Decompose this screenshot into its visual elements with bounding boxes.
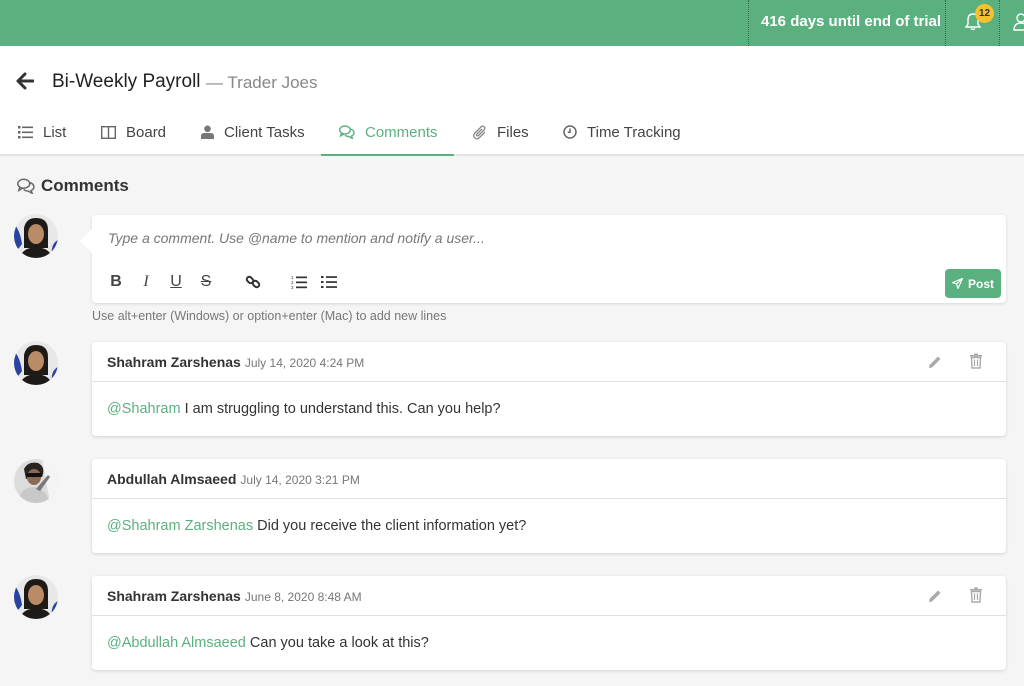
comment-text: Can you take a look at this? <box>245 635 429 651</box>
comment-card: Shahram Zarshenas June 8, 2020 8:48 AM @A… <box>92 576 1006 670</box>
comment-body: @Shahram Zarshenas Did you receive the c… <box>107 518 526 534</box>
trash-icon[interactable] <box>969 587 983 603</box>
mention-link[interactable]: @Abdullah Almsaeed <box>107 635 246 651</box>
trial-status[interactable]: 416 days until end of trial <box>761 13 941 30</box>
board-icon <box>101 125 116 139</box>
comments-icon <box>339 125 355 139</box>
comment-body: @Shahram I am struggling to understand t… <box>107 401 501 417</box>
pencil-icon[interactable] <box>927 588 943 604</box>
mention-link[interactable]: @Shahram Zarshenas <box>107 518 253 534</box>
post-label: Post <box>967 276 994 291</box>
back-arrow-icon[interactable] <box>16 72 34 90</box>
active-tab-indicator <box>321 154 454 156</box>
tab-comments[interactable]: Comments <box>339 108 438 156</box>
svg-text:3: 3 <box>291 285 294 290</box>
ordered-list-button[interactable]: 1 2 3 <box>288 271 310 293</box>
comment-meta: Shahram Zarshenas June 8, 2020 8:48 AM <box>107 588 362 604</box>
page-subtitle: — Trader Joes <box>206 73 318 92</box>
paperclip-icon <box>473 125 486 139</box>
trash-icon[interactable] <box>969 353 983 369</box>
strikethrough-button[interactable]: S <box>195 271 217 293</box>
bullet-list-icon <box>321 276 337 288</box>
mention-link[interactable]: @Shahram <box>107 401 181 417</box>
comment-author[interactable]: Shahram Zarshenas <box>107 354 241 370</box>
avatar-image <box>14 459 58 503</box>
tab-label: Comments <box>365 123 438 141</box>
user-menu-icon[interactable] <box>1013 12 1024 32</box>
section-title: Comments <box>17 176 129 196</box>
comments-icon <box>17 178 35 194</box>
tab-label: List <box>43 123 67 141</box>
tab-files[interactable]: Files <box>473 108 529 156</box>
comment-composer: B I U S 1 2 3 Post <box>80 215 1006 303</box>
tab-label: Client Tasks <box>224 123 305 141</box>
tab-board[interactable]: Board <box>101 108 166 156</box>
underline-button[interactable]: U <box>165 271 187 293</box>
top-bar: 416 days until end of trial 12 <box>0 0 1024 46</box>
user-icon <box>201 125 214 139</box>
tab-label: Time Tracking <box>587 123 681 141</box>
comment-header: Abdullah Almsaeed July 14, 2020 3:21 PM <box>92 459 1006 499</box>
clock-icon <box>563 125 577 139</box>
divider <box>945 0 946 46</box>
tab-label: Board <box>126 123 167 141</box>
notification-badge: 12 <box>975 4 994 23</box>
section-title-text: Comments <box>41 176 129 195</box>
composer-pointer <box>80 229 92 253</box>
comment-body: @Abdullah Almsaeed Can you take a look a… <box>107 635 429 651</box>
comment-text: Did you receive the client information y… <box>253 518 527 534</box>
comment-meta: Abdullah Almsaeed July 14, 2020 3:21 PM <box>107 471 360 487</box>
comment-timestamp: July 14, 2020 3:21 PM <box>240 473 360 487</box>
avatar <box>14 214 58 258</box>
tab-list[interactable]: List <box>18 108 66 156</box>
tab-time-tracking[interactable]: Time Tracking <box>563 108 681 156</box>
divider <box>748 0 749 46</box>
page-header: Bi-Weekly Payroll — Trader Joes List Boa… <box>0 46 1024 156</box>
avatar <box>14 341 58 385</box>
comment-header: Shahram Zarshenas June 8, 2020 8:48 AM <box>92 576 1006 616</box>
post-button[interactable]: Post <box>945 269 1001 298</box>
comment-author[interactable]: Shahram Zarshenas <box>107 588 241 604</box>
avatar <box>14 459 58 503</box>
avatar-image <box>14 341 58 385</box>
pencil-icon[interactable] <box>927 354 943 370</box>
comment-header: Shahram Zarshenas July 14, 2020 4:24 PM <box>92 342 1006 382</box>
comment-card: Abdullah Almsaeed July 14, 2020 3:21 PM @… <box>92 459 1006 553</box>
link-button[interactable] <box>242 271 264 293</box>
comment-timestamp: July 14, 2020 4:24 PM <box>244 356 365 370</box>
comment-text: I am struggling to understand this. Can … <box>180 401 501 417</box>
tab-label: Files <box>497 123 529 141</box>
comment-card: Shahram Zarshenas July 14, 2020 4:24 PM @… <box>92 342 1006 436</box>
comment-meta: Shahram Zarshenas July 14, 2020 4:24 PM <box>107 354 364 370</box>
divider <box>999 0 1000 46</box>
avatar-image <box>14 575 58 619</box>
avatar-image <box>14 214 58 258</box>
avatar <box>14 575 58 619</box>
bullet-list-button[interactable] <box>318 271 340 293</box>
page-title: Bi-Weekly Payroll <box>52 71 201 92</box>
tab-bar: List Board Client Tasks Comments Files T… <box>0 108 1024 156</box>
ordered-list-icon: 1 2 3 <box>291 275 307 290</box>
paper-plane-icon <box>951 278 963 289</box>
composer-hint: Use alt+enter (Windows) or option+enter … <box>92 309 447 323</box>
tab-client-tasks[interactable]: Client Tasks <box>201 108 305 156</box>
bold-button[interactable]: B <box>105 271 127 293</box>
link-icon <box>245 275 261 289</box>
list-icon <box>18 125 33 138</box>
italic-button[interactable]: I <box>135 271 157 293</box>
comment-timestamp: June 8, 2020 8:48 AM <box>244 590 362 604</box>
comment-input[interactable] <box>108 227 958 249</box>
comment-author[interactable]: Abdullah Almsaeed <box>107 471 236 487</box>
